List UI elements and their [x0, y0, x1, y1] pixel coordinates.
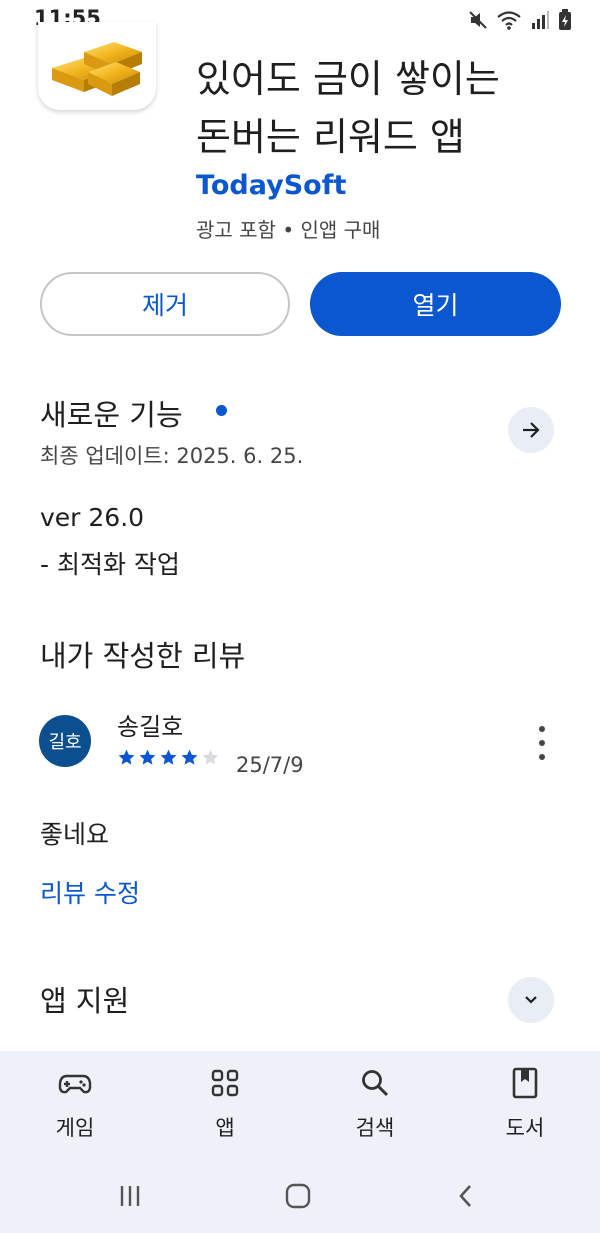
review-text: 좋네요: [40, 820, 110, 849]
star-empty-icon: [202, 749, 219, 765]
reviewer-name: 송길호: [117, 713, 184, 741]
star-filled-icon: [181, 749, 198, 765]
battery-icon: [559, 9, 571, 30]
back-chevron-icon: [459, 1185, 471, 1207]
signal-icon: [532, 11, 549, 29]
arrow-right-icon: [523, 422, 540, 438]
mute-icon: [469, 11, 487, 29]
star-rating: [117, 748, 220, 767]
more-options-button[interactable]: [528, 726, 556, 760]
new-indicator-dot: [216, 405, 227, 416]
app-meta: 광고 포함 • 인앱 구매: [196, 218, 381, 242]
my-review-title: 내가 작성한 리뷰: [40, 639, 246, 673]
more-dot: [539, 726, 545, 732]
version-text: ver 26.0: [40, 503, 145, 532]
recent-apps-button[interactable]: [100, 1176, 160, 1216]
wifi-icon: [497, 11, 521, 30]
remove-button[interactable]: 제거: [40, 272, 290, 336]
review-date: 25/7/9: [236, 753, 304, 777]
release-note: - 최적화 작업: [40, 550, 180, 579]
search-icon: [362, 1070, 389, 1097]
gamepad-icon: [58, 1074, 92, 1094]
app-support-expand-button[interactable]: [508, 977, 554, 1023]
edit-review-link[interactable]: 리뷰 수정: [40, 874, 140, 910]
app-title-line2: 돈버는 리워드 앱: [196, 115, 465, 159]
open-button[interactable]: 열기: [310, 272, 561, 336]
recent-apps-icon: [120, 1186, 140, 1206]
nav-item-games[interactable]: 게임: [15, 1066, 135, 1142]
star-filled-icon: [160, 749, 177, 765]
whats-new-arrow-button[interactable]: [508, 407, 554, 453]
star-filled-icon: [118, 749, 135, 765]
nav-item-apps[interactable]: 앱: [165, 1066, 285, 1142]
chevron-down-icon: [525, 996, 537, 1004]
more-dot: [539, 754, 545, 760]
home-button[interactable]: [268, 1176, 328, 1216]
nav-item-search[interactable]: 검색: [315, 1066, 435, 1142]
nav-item-books[interactable]: 도서: [465, 1066, 585, 1142]
home-icon: [285, 1183, 311, 1209]
nav-label-apps: 앱: [215, 1116, 235, 1140]
nav-label-games: 게임: [55, 1116, 95, 1140]
app-support-title: 앱 지원: [40, 984, 130, 1018]
apps-grid-icon: [211, 1069, 239, 1097]
nav-label-books: 도서: [505, 1116, 545, 1140]
last-updated: 최종 업데이트: 2025. 6. 25.: [40, 444, 304, 468]
app-title: 있어도 금이 쌓이는 돈버는 리워드 앱: [196, 50, 576, 166]
more-dot: [539, 740, 545, 746]
book-icon: [512, 1067, 538, 1099]
gold-bars-icon: [52, 42, 142, 96]
app-icon: [38, 22, 156, 110]
avatar: 길호: [39, 715, 91, 767]
back-button[interactable]: [436, 1176, 496, 1216]
status-icons: [468, 7, 572, 33]
whats-new-title: 새로운 기능: [40, 398, 183, 432]
developer-link[interactable]: TodaySoft: [196, 170, 346, 201]
star-filled-icon: [139, 749, 156, 765]
nav-label-search: 검색: [355, 1116, 395, 1140]
app-title-line1: 있어도 금이 쌓이는: [196, 57, 500, 101]
